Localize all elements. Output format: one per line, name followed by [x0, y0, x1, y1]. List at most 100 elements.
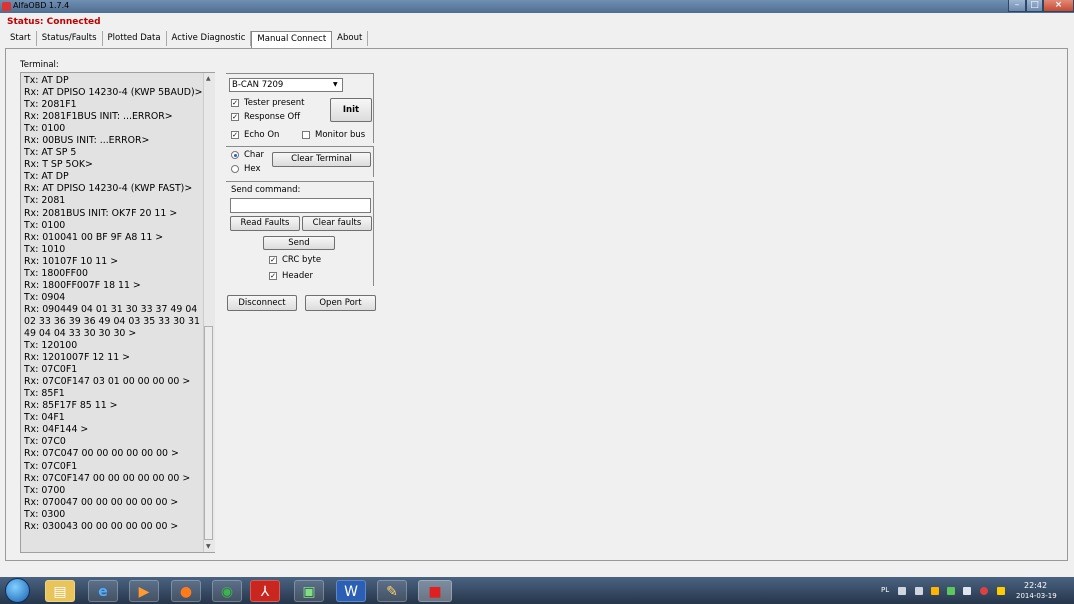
- response-off-checkbox[interactable]: ✓: [231, 113, 239, 121]
- alfaobd-car-icon[interactable]: ■: [418, 580, 452, 602]
- tab-start[interactable]: Start: [5, 31, 37, 46]
- checkmark-icon: ✓: [270, 256, 276, 264]
- header-checkbox[interactable]: ✓: [269, 272, 277, 280]
- terminal-line: Tx: 2081F1: [24, 99, 77, 111]
- tab-status-faults[interactable]: Status/Faults: [37, 31, 103, 46]
- scroll-up-icon[interactable]: ▲: [206, 75, 211, 82]
- terminal-line: 02 33 36 39 36 49 04 03 35 33 30 31: [24, 315, 200, 327]
- tab-about[interactable]: About: [332, 31, 369, 46]
- terminal-line: Tx: AT DP: [24, 75, 69, 86]
- terminal-line: Rx: 04F144 >: [24, 424, 89, 436]
- network-tray-icon[interactable]: [997, 587, 1005, 595]
- tester-present-checkbox[interactable]: ✓: [231, 99, 239, 107]
- terminal-line: Tx: 0904: [24, 291, 66, 303]
- hex-label: Hex: [244, 164, 261, 174]
- file-explorer-icon[interactable]: ▤: [45, 580, 75, 602]
- terminal-line: Rx: 07C0F147 03 01 00 00 00 00 >: [24, 376, 191, 388]
- terminal-output[interactable]: Tx: AT DP Rx: AT DPISO 14230-4 (KWP 5BAUD…: [20, 72, 215, 553]
- scrollbar-thumb[interactable]: [204, 326, 213, 540]
- terminal-line: Tx: 0100: [24, 123, 66, 135]
- terminal-line: Rx: 07C0F147 00 00 00 00 00 00 >: [24, 472, 191, 484]
- scroll-down-icon[interactable]: ▼: [206, 543, 211, 550]
- terminal-line: Rx: AT DPISO 14230-4 (KWP 5BAUD)>: [24, 87, 203, 99]
- tab-bar: Start Status/Faults Plotted Data Active …: [5, 31, 369, 48]
- send-command-label: Send command:: [231, 185, 301, 195]
- terminal-line: Tx: 2081: [24, 195, 66, 207]
- chrome-icon[interactable]: ◉: [212, 580, 242, 602]
- init-button[interactable]: Init: [330, 98, 372, 122]
- maximize-button[interactable]: □: [1026, 0, 1043, 12]
- network-icon[interactable]: ▣: [294, 580, 324, 602]
- terminal-line: Tx: 07C0: [24, 436, 66, 448]
- terminal-line: Tx: AT DP: [24, 171, 69, 183]
- terminal-line: Rx: 85F17F 85 11 >: [24, 400, 118, 412]
- clear-faults-button[interactable]: Clear faults: [302, 216, 372, 231]
- acrobat-icon[interactable]: ⅄: [250, 580, 280, 602]
- terminal-line: Tx: AT SP 5: [24, 147, 77, 159]
- tab-plotted-data[interactable]: Plotted Data: [103, 31, 167, 46]
- terminal-line: Rx: T SP 5OK>: [24, 159, 93, 171]
- send-button[interactable]: Send: [263, 236, 335, 250]
- char-radio[interactable]: [231, 151, 239, 159]
- open-port-button[interactable]: Open Port: [305, 295, 376, 311]
- terminal-line: Tx: 0300: [24, 508, 66, 520]
- terminal-line: Rx: AT DPISO 14230-4 (KWP FAST)>: [24, 183, 193, 195]
- terminal-line: Tx: 0100: [24, 219, 66, 231]
- send-command-input[interactable]: [230, 198, 371, 213]
- bus-select[interactable]: B-CAN 7209: [229, 78, 343, 92]
- clear-terminal-button[interactable]: Clear Terminal: [272, 152, 371, 167]
- connection-status: Status: Connected: [7, 17, 101, 27]
- title-bar: [0, 0, 1074, 13]
- echo-on-label: Echo On: [244, 130, 280, 140]
- battery-icon[interactable]: [963, 587, 971, 595]
- tab-active-diagnostic[interactable]: Active Diagnostic: [167, 31, 252, 46]
- tray-app-icon[interactable]: [931, 587, 939, 595]
- terminal-line: Rx: 1800FF007F 18 11 >: [24, 279, 141, 291]
- disconnect-button[interactable]: Disconnect: [227, 295, 297, 311]
- firefox-icon[interactable]: ●: [171, 580, 201, 602]
- terminal-line: Rx: 030043 00 00 00 00 00 00 >: [24, 520, 179, 532]
- clock-date[interactable]: 2014-03-19: [1016, 592, 1057, 600]
- crc-byte-label: CRC byte: [282, 255, 322, 265]
- monitor-bus-checkbox[interactable]: [302, 131, 310, 139]
- terminal-line: Tx: 04F1: [24, 412, 65, 424]
- checkmark-icon: ✓: [232, 131, 238, 139]
- action-center-icon[interactable]: [915, 587, 923, 595]
- terminal-line: Tx: 1800FF00: [24, 267, 88, 279]
- internet-explorer-icon[interactable]: e: [88, 580, 118, 602]
- media-player-icon[interactable]: ▶: [129, 580, 159, 602]
- checkmark-icon: ✓: [232, 113, 238, 121]
- terminal-line: Tx: 85F1: [24, 388, 65, 400]
- taskbar: [0, 577, 1074, 604]
- chevron-down-icon: ▼: [333, 81, 338, 88]
- read-faults-button[interactable]: Read Faults: [230, 216, 300, 231]
- monitor-bus-label: Monitor bus: [315, 130, 366, 140]
- clock-time[interactable]: 22:42: [1024, 581, 1047, 590]
- crc-byte-checkbox[interactable]: ✓: [269, 256, 277, 264]
- terminal-line: Rx: 2081BUS INIT: OK7F 20 11 >: [24, 207, 178, 219]
- terminal-line: Rx: 1201007F 12 11 >: [24, 352, 130, 364]
- terminal-line: Rx: 090449 04 01 31 30 33 37 49 04: [24, 303, 198, 315]
- close-icon: ×: [1054, 0, 1063, 10]
- minimize-button[interactable]: –: [1008, 0, 1026, 12]
- language-indicator[interactable]: PL: [881, 586, 889, 594]
- tester-present-label: Tester present: [244, 98, 305, 108]
- echo-on-checkbox[interactable]: ✓: [231, 131, 239, 139]
- start-button[interactable]: [5, 578, 30, 603]
- paint-icon[interactable]: ✎: [377, 580, 407, 602]
- tab-manual-connect[interactable]: Manual Connect: [251, 31, 333, 48]
- terminal-line: Tx: 120100: [24, 340, 78, 352]
- char-label: Char: [244, 150, 265, 160]
- keyboard-icon[interactable]: [898, 587, 906, 595]
- terminal-line: Rx: 010041 00 BF 9F A8 11 >: [24, 231, 164, 243]
- tray-app-icon-2[interactable]: [947, 587, 955, 595]
- close-button[interactable]: ×: [1043, 0, 1074, 12]
- word-icon[interactable]: W: [336, 580, 366, 602]
- terminal-line: Rx: 00BUS INIT: ...ERROR>: [24, 135, 150, 147]
- response-off-label: Response Off: [244, 112, 301, 122]
- terminal-line: Tx: 0700: [24, 484, 66, 496]
- terminal-line: Tx: 1010: [24, 243, 66, 255]
- volume-icon[interactable]: [980, 587, 988, 595]
- hex-radio[interactable]: [231, 165, 239, 173]
- terminal-line: Tx: 07C0F1: [24, 364, 78, 376]
